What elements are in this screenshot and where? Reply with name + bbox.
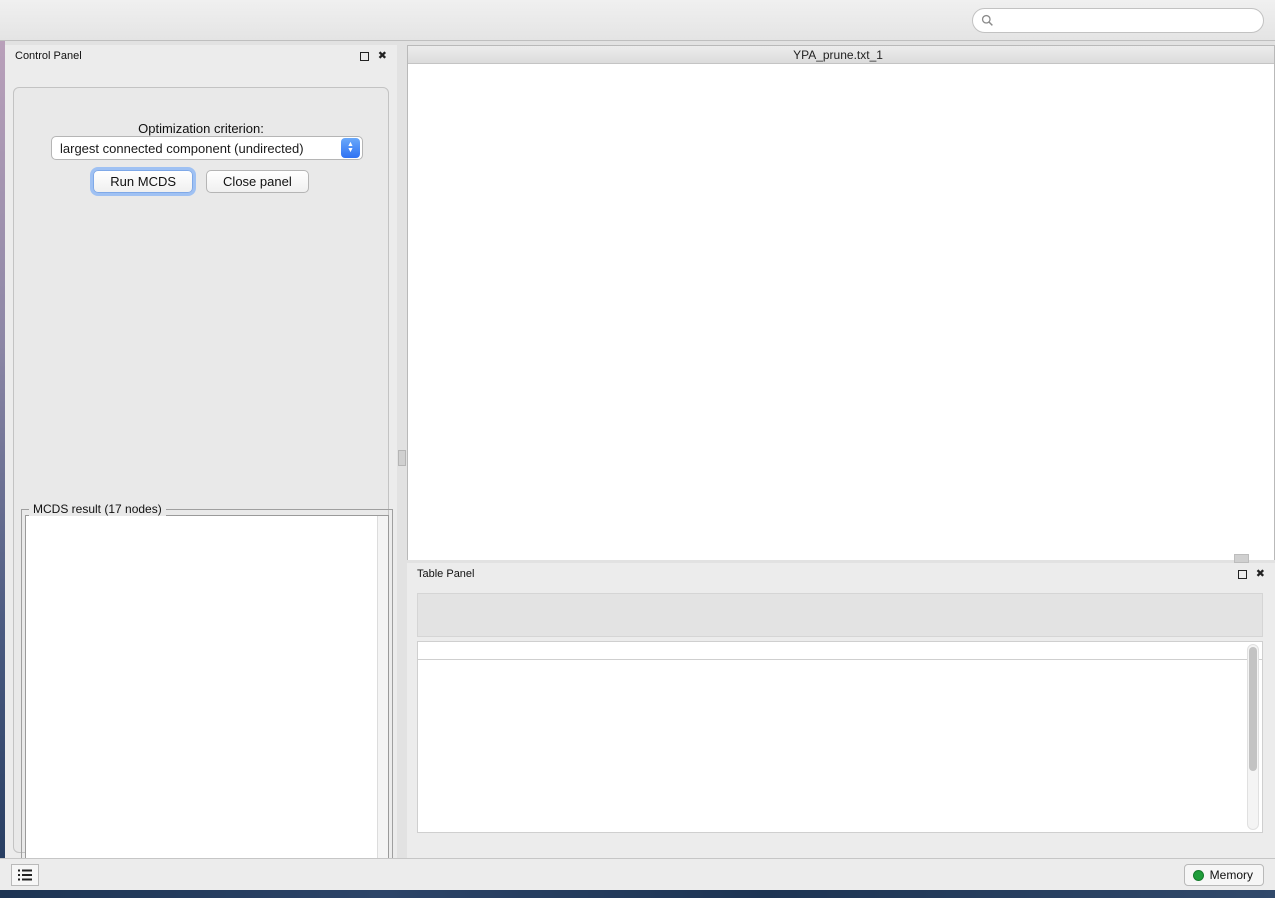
desktop-wallpaper-bottom xyxy=(0,890,1275,898)
float-panel-icon[interactable] xyxy=(360,52,369,61)
table-panel: Table Panel ✖ xyxy=(407,563,1275,858)
mcds-result-title: MCDS result (17 nodes) xyxy=(29,502,166,516)
mcds-result-group: MCDS result (17 nodes) xyxy=(21,509,393,881)
memory-button[interactable]: Memory xyxy=(1184,864,1264,886)
run-mcds-button[interactable]: Run MCDS xyxy=(93,170,193,193)
search-icon xyxy=(981,14,994,27)
search-input[interactable] xyxy=(1000,13,1255,27)
node-table xyxy=(417,641,1263,833)
table-header-row xyxy=(418,642,1262,660)
network-view-canvas[interactable] xyxy=(408,65,1274,560)
main-toolbar xyxy=(0,0,1275,41)
search-field[interactable] xyxy=(972,8,1264,33)
table-scrollbar[interactable] xyxy=(1247,644,1259,830)
mcds-tab-content: Optimization criterion: largest connecte… xyxy=(13,87,389,853)
control-panel-title: Control Panel xyxy=(15,50,82,62)
optimization-criterion-label: Optimization criterion: xyxy=(14,121,388,136)
list-icon xyxy=(17,868,33,882)
control-panel: Control Panel ✖ Optimization criterion: … xyxy=(5,45,397,858)
optimization-criterion-select[interactable]: largest connected component (undirected)… xyxy=(51,136,363,160)
select-stepper-icon: ▲▼ xyxy=(341,138,360,158)
application-workspace: Control Panel ✖ Optimization criterion: … xyxy=(5,41,1275,858)
vertical-splitter-handle[interactable] xyxy=(398,450,406,466)
mcds-list-scrollbar[interactable] xyxy=(377,516,388,876)
memory-status-icon xyxy=(1193,870,1204,881)
table-scrollbar-thumb[interactable] xyxy=(1249,647,1257,771)
network-window-titlebar[interactable]: YPA_prune.txt_1 xyxy=(408,46,1274,64)
window-close-icon[interactable] xyxy=(418,49,430,61)
window-zoom-icon[interactable] xyxy=(458,49,470,61)
table-panel-title: Table Panel xyxy=(417,568,475,580)
window-minimize-icon[interactable] xyxy=(438,49,450,61)
mcds-result-list[interactable] xyxy=(25,515,389,877)
float-table-panel-icon[interactable] xyxy=(1238,570,1247,579)
memory-label: Memory xyxy=(1210,868,1253,882)
vertical-splitter[interactable] xyxy=(397,45,407,858)
network-window-title: YPA_prune.txt_1 xyxy=(793,48,883,62)
status-menu-button[interactable] xyxy=(11,864,39,886)
optimization-criterion-value: largest connected component (undirected) xyxy=(52,141,341,156)
status-bar: Memory xyxy=(0,858,1275,890)
network-window: YPA_prune.txt_1 xyxy=(407,45,1275,560)
close-panel-icon[interactable]: ✖ xyxy=(378,51,387,62)
table-toolbar xyxy=(417,593,1263,637)
horizontal-splitter-handle[interactable] xyxy=(1234,554,1249,563)
toolbar-search-area xyxy=(972,8,1264,33)
close-table-panel-icon[interactable]: ✖ xyxy=(1256,569,1265,580)
close-panel-button[interactable]: Close panel xyxy=(206,170,309,193)
